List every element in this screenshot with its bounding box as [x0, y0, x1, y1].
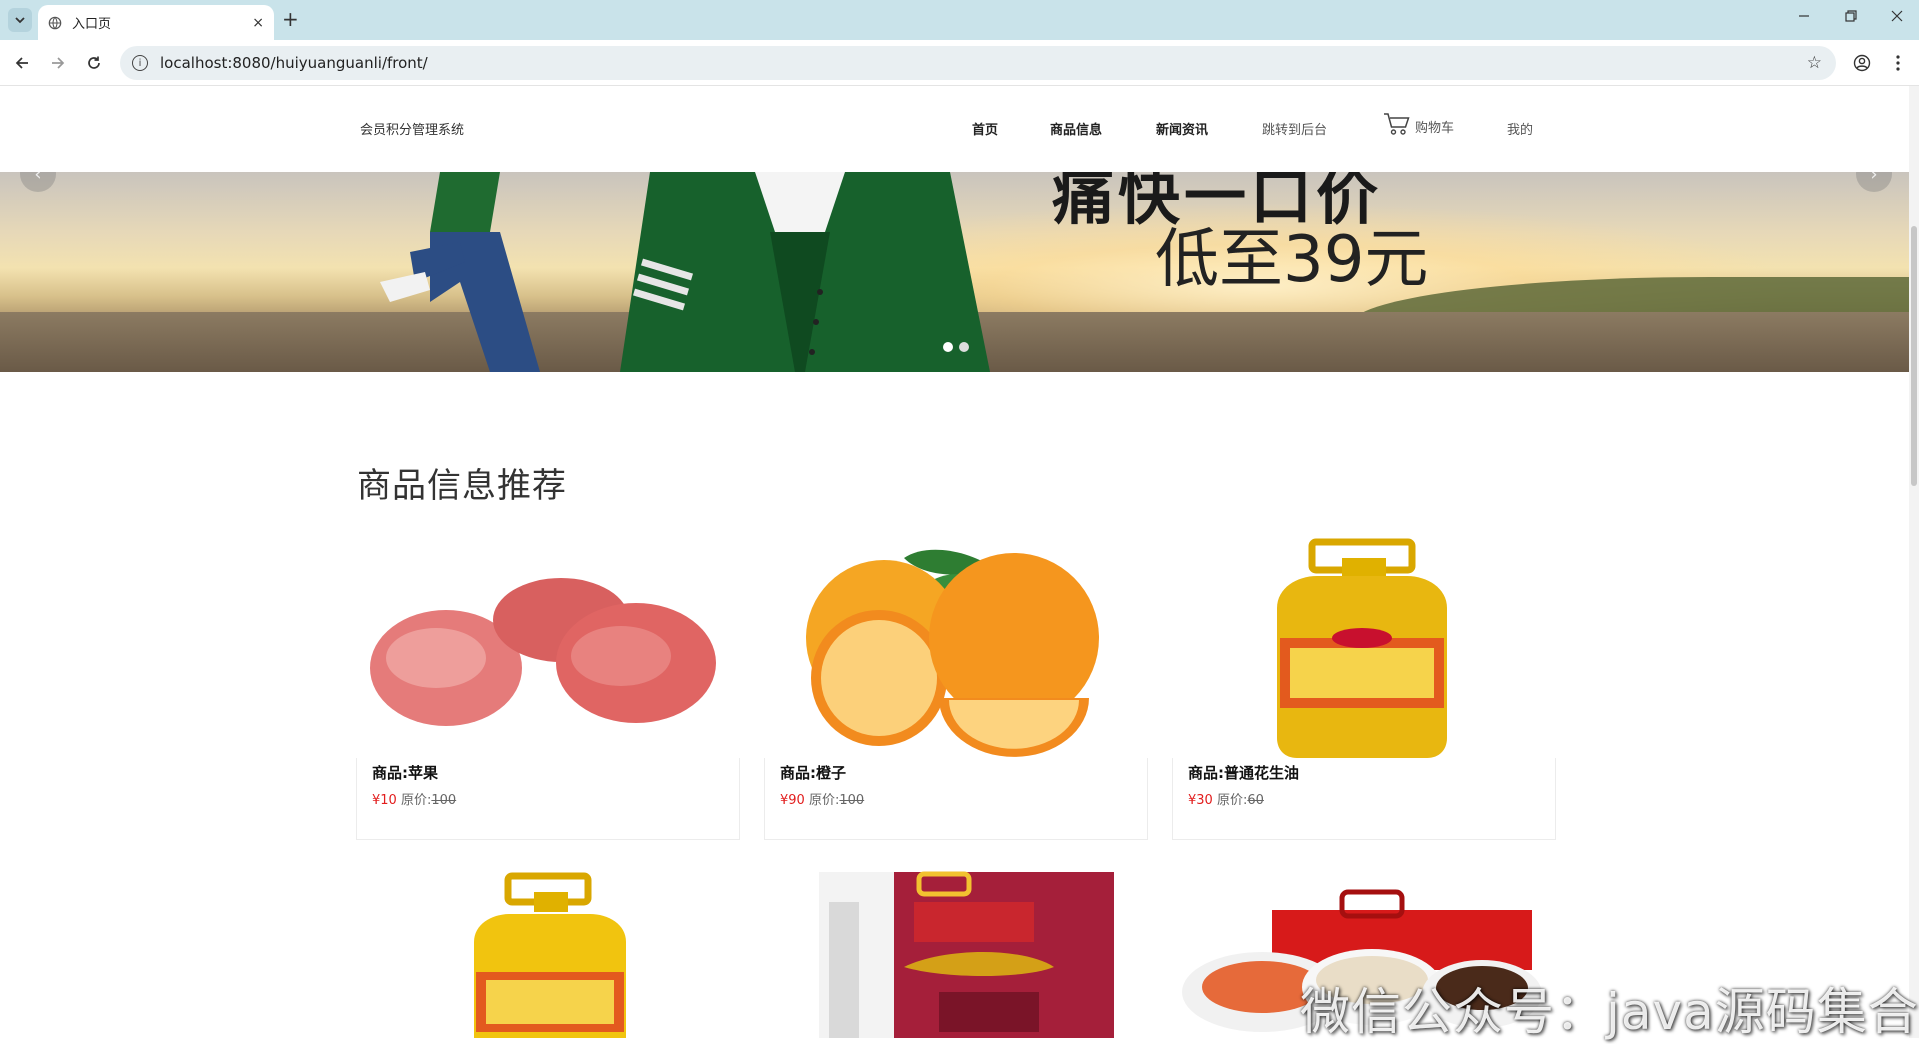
back-arrow-icon[interactable]	[11, 52, 33, 74]
scrollbar-thumb[interactable]	[1911, 226, 1917, 486]
tab-close-icon[interactable]: ×	[252, 15, 264, 31]
shopping-cart-icon	[1384, 113, 1410, 135]
original-price: 100	[431, 793, 457, 808]
nav-home[interactable]: 首页	[972, 119, 998, 138]
restore-icon[interactable]	[1845, 10, 1857, 26]
nav-cart-label: 购物车	[1415, 121, 1455, 136]
chevron-down-icon	[15, 16, 25, 23]
url-text: localhost:8080/huiyuanguanli/front/	[160, 54, 428, 72]
minimize-icon[interactable]	[1798, 10, 1810, 26]
carousel-next-icon[interactable]: ›	[1856, 172, 1892, 192]
product-price: ¥30	[1188, 793, 1213, 808]
browser-tab[interactable]: 入口页 ×	[38, 5, 274, 40]
site-header: 会员积分管理系统 首页 商品信息 新闻资讯 跳转到后台 购物车 我的	[0, 86, 1919, 172]
product-name[interactable]: 商品:苹果	[372, 762, 724, 783]
apple-image[interactable]	[356, 538, 740, 758]
window-close-icon[interactable]	[1891, 10, 1903, 26]
page-scrollbar[interactable]	[1909, 86, 1919, 1038]
address-bar[interactable]: i localhost:8080/huiyuanguanli/front/ ☆	[120, 46, 1836, 80]
promo-banner-carousel[interactable]: 痛快一口价 低至39元 ‹ ›	[0, 172, 1919, 372]
site-brand[interactable]: 会员积分管理系统	[360, 119, 464, 138]
model-cardigan-image	[620, 172, 990, 372]
site-info-icon[interactable]: i	[132, 55, 148, 71]
product-name[interactable]: 商品:普通花生油	[1188, 762, 1540, 783]
carousel-dot[interactable]	[943, 342, 953, 352]
rice-bag-image[interactable]	[764, 862, 1148, 1038]
nav-products[interactable]: 商品信息	[1050, 119, 1102, 138]
bookmark-star-icon[interactable]: ☆	[1807, 53, 1822, 73]
original-price-label: 原价:	[1216, 793, 1248, 808]
section-title: 商品信息推荐	[357, 466, 567, 506]
product-card[interactable]	[764, 862, 1148, 1038]
browser-tabbar: 入口页 × +	[0, 0, 1919, 40]
more-menu-icon[interactable]	[1887, 52, 1909, 74]
product-price: ¥10	[372, 793, 397, 808]
nav-mine[interactable]: 我的	[1507, 119, 1533, 138]
product-name[interactable]: 商品:橙子	[780, 762, 1132, 783]
new-tab-button[interactable]: +	[282, 9, 299, 29]
browser-toolbar: i localhost:8080/huiyuanguanli/front/ ☆	[0, 40, 1919, 86]
tab-title: 入口页	[72, 17, 112, 32]
banner-price-text: 低至39元	[1155, 223, 1429, 297]
orange-image[interactable]	[764, 538, 1148, 758]
profile-icon[interactable]	[1851, 52, 1873, 74]
carousel-prev-icon[interactable]: ‹	[20, 172, 56, 192]
product-card[interactable]: 商品:苹果 ¥10 原价:100	[356, 538, 740, 840]
product-card[interactable]: 商品:普通花生油 ¥30 原价:60	[1172, 538, 1556, 840]
carousel-dot[interactable]	[959, 342, 969, 352]
globe-icon	[48, 16, 62, 29]
nav-admin[interactable]: 跳转到后台	[1262, 119, 1327, 138]
product-price: ¥90	[780, 793, 805, 808]
original-price: 60	[1247, 793, 1264, 808]
original-price-label: 原价:	[808, 793, 840, 808]
tab-search-button[interactable]	[8, 8, 32, 32]
carousel-dots	[943, 342, 969, 352]
nav-news[interactable]: 新闻资讯	[1156, 119, 1208, 138]
original-price-label: 原价:	[400, 793, 432, 808]
product-card[interactable]: 商品:橙子 ¥90 原价:100	[764, 538, 1148, 840]
reload-icon[interactable]	[83, 52, 105, 74]
oil-bottle-image[interactable]	[356, 862, 740, 1038]
model-jumping-image	[380, 172, 540, 372]
oil-bottle-image[interactable]	[1172, 538, 1556, 758]
forward-arrow-icon[interactable]	[47, 52, 69, 74]
product-card[interactable]	[356, 862, 740, 1038]
watermark-text: 微信公众号：java源码集合	[1300, 983, 1919, 1041]
original-price: 100	[839, 793, 865, 808]
nav-cart[interactable]: 购物车	[1383, 112, 1454, 136]
